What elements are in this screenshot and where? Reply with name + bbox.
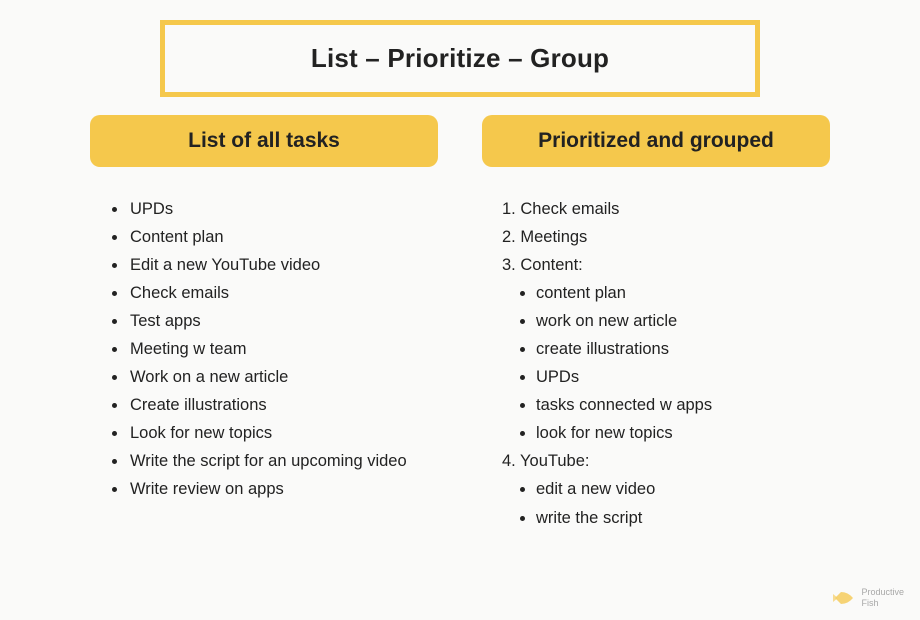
sub-list-item: look for new topics (536, 419, 830, 447)
list-item: Check emails (128, 279, 438, 307)
list-item: Edit a new YouTube video (128, 251, 438, 279)
sub-list-item: create illustrations (536, 335, 830, 363)
list-item: Write the script for an upcoming video (128, 447, 438, 475)
right-column-header: Prioritized and grouped (482, 115, 830, 167)
right-column-content: 1. Check emails2. Meetings3. Content:con… (482, 195, 830, 532)
sub-list: content planwork on new articlecreate il… (502, 279, 830, 447)
list-item: Work on a new article (128, 363, 438, 391)
sub-list-item: write the script (536, 504, 830, 532)
item-number: 2. (502, 228, 520, 246)
left-column: List of all tasks UPDsContent planEdit a… (90, 115, 438, 532)
list-item: UPDs (128, 195, 438, 223)
task-list: UPDsContent planEdit a new YouTube video… (110, 195, 438, 504)
left-column-header: List of all tasks (90, 115, 438, 167)
brand-logo: Productive Fish (833, 587, 904, 608)
prioritized-item: 3. Content: content planwork on new artic… (502, 251, 830, 447)
list-item: Create illustrations (128, 391, 438, 419)
item-label: YouTube: (520, 452, 589, 470)
sub-list-item: tasks connected w apps (536, 391, 830, 419)
title-box: List – Prioritize – Group (160, 20, 760, 97)
left-column-content: UPDsContent planEdit a new YouTube video… (90, 195, 438, 504)
fish-icon (833, 588, 855, 608)
list-item: Content plan (128, 223, 438, 251)
sub-list-item: UPDs (536, 363, 830, 391)
sub-list-item: content plan (536, 279, 830, 307)
item-label: Check emails (520, 200, 619, 218)
item-number: 4. (502, 452, 520, 470)
sub-list-item: work on new article (536, 307, 830, 335)
columns-container: List of all tasks UPDsContent planEdit a… (0, 115, 920, 532)
list-item: Meeting w team (128, 335, 438, 363)
list-item: Test apps (128, 307, 438, 335)
item-number: 3. (502, 256, 520, 274)
brand-line2: Fish (861, 598, 878, 608)
prioritized-item: 4. YouTube: edit a new videowrite the scr… (502, 447, 830, 531)
brand-text: Productive Fish (861, 587, 904, 608)
list-item: Write review on apps (128, 475, 438, 503)
page-title: List – Prioritize – Group (185, 43, 735, 74)
prioritized-item: 1. Check emails (502, 195, 830, 223)
prioritized-item: 2. Meetings (502, 223, 830, 251)
sub-list-item: edit a new video (536, 475, 830, 503)
item-label: Meetings (520, 228, 587, 246)
right-column: Prioritized and grouped 1. Check emails2… (482, 115, 830, 532)
item-label: Content: (520, 256, 582, 274)
item-number: 1. (502, 200, 520, 218)
sub-list: edit a new videowrite the script (502, 475, 830, 531)
list-item: Look for new topics (128, 419, 438, 447)
brand-line1: Productive (861, 587, 904, 597)
prioritized-list: 1. Check emails2. Meetings3. Content:con… (502, 195, 830, 532)
